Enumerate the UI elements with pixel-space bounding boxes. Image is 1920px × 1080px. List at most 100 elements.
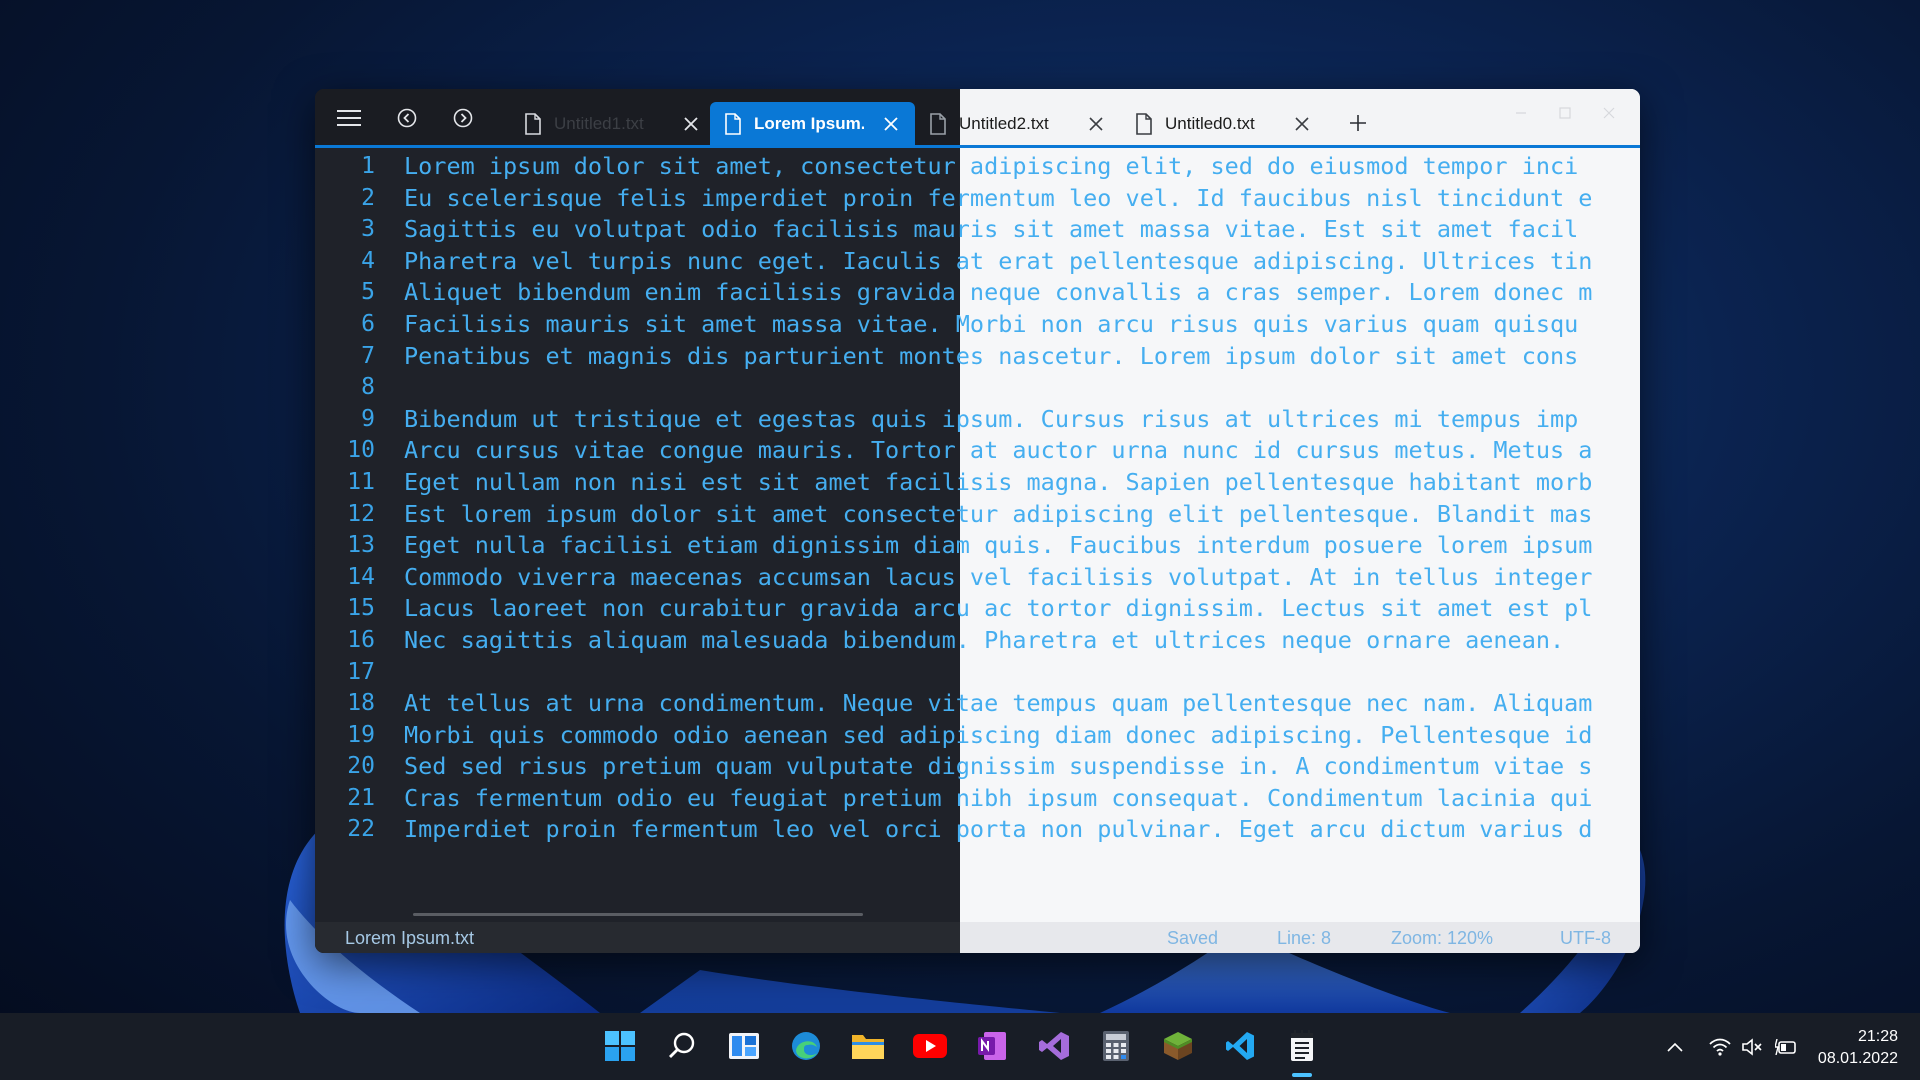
text-line: Facilisis mauris sit amet massa vitae. M… (404, 309, 1579, 338)
minecraft-button[interactable] (1159, 1027, 1197, 1065)
file-explorer-icon (852, 1035, 884, 1059)
text-line: Aliquet bibendum enim facilisis gravida … (404, 278, 1593, 307)
close-icon (884, 117, 898, 131)
battery-icon (1775, 1039, 1796, 1055)
battery-button[interactable] (1774, 1035, 1798, 1059)
calculator-button[interactable] (1097, 1027, 1135, 1065)
text-line (404, 657, 1633, 689)
file-icon (725, 112, 741, 135)
status-saved: Saved (1167, 928, 1219, 948)
network-button[interactable] (1708, 1035, 1732, 1059)
volume-button[interactable] (1741, 1035, 1765, 1059)
text-line: Bibendum ut tristique et egestas quis ip… (404, 404, 1579, 433)
tab-untitled0[interactable]: Untitled0.txt (1121, 102, 1326, 145)
text-line: Eget nulla facilisi etiam dignissim diam… (404, 531, 1593, 560)
show-hidden-icons-button[interactable] (1663, 1035, 1687, 1059)
visual-studio-button[interactable] (1035, 1027, 1073, 1065)
hamburger-icon (337, 110, 361, 126)
close-tab-button[interactable] (1086, 114, 1106, 134)
line-number: 21 (347, 784, 375, 811)
circle-left-icon (397, 108, 417, 128)
tab-label: Untitled0.txt (1165, 113, 1255, 133)
vscode-button[interactable] (1221, 1027, 1259, 1065)
tab-untitled1[interactable]: Untitled1.txt (510, 102, 715, 145)
notepad-button[interactable] (1283, 1027, 1321, 1077)
title-bar: Untitled1.txt Lorem Ipsum. Untitled2.txt… (315, 89, 1640, 148)
line-number: 18 (347, 690, 375, 717)
text-line: Eu scelerisque felis imperdiet proin fer… (404, 183, 1593, 212)
close-tab-button[interactable] (881, 114, 901, 134)
chevron-up-icon (1667, 1042, 1683, 1052)
text-line: Arcu cursus vitae congue mauris. Tortor … (404, 436, 1593, 465)
close-tab-button[interactable] (681, 114, 701, 134)
close-tab-button[interactable] (1292, 114, 1312, 134)
new-tab-button[interactable] (1341, 106, 1375, 140)
text-line: Commodo viverra maecenas accumsan lacus … (404, 562, 1593, 591)
tab-accent-line (315, 145, 1640, 148)
widgets-button[interactable] (725, 1027, 763, 1065)
clock-date: 08.01.2022 (1817, 1050, 1898, 1067)
text-line: Nec sagittis aliquam malesuada bibendum.… (404, 625, 1565, 654)
maximize-icon (1559, 107, 1571, 119)
text-line (404, 372, 1633, 404)
line-number: 13 (347, 532, 375, 559)
back-button[interactable] (390, 101, 424, 135)
text-line: Imperdiet proin fermentum leo vel orci p… (404, 815, 1593, 844)
youtube-icon (913, 1034, 947, 1058)
vscode-icon (1226, 1032, 1254, 1060)
text-line: Eget nullam non nisi est sit amet facili… (404, 467, 1593, 496)
clock[interactable]: 21:28 08.01.2022 (1818, 1026, 1898, 1070)
start-button[interactable] (601, 1027, 639, 1065)
line-number: 5 (361, 279, 375, 306)
plus-icon (1350, 115, 1366, 131)
tab-lorem-ipsum[interactable]: Lorem Ipsum. (710, 102, 915, 145)
line-number: 17 (347, 658, 375, 685)
status-encoding[interactable]: UTF-8 (1560, 928, 1611, 949)
text-editor[interactable]: Lorem ipsum dolor sit amet, consectetur … (404, 151, 1633, 846)
active-app-indicator (1292, 1073, 1312, 1077)
line-number: 2 (361, 184, 375, 211)
line-number: 16 (347, 626, 375, 653)
line-number: 15 (347, 595, 375, 622)
maximize-button[interactable] (1543, 99, 1587, 127)
calculator-icon (1103, 1031, 1129, 1061)
line-number: 20 (347, 753, 375, 780)
status-line: Line: 8 (1277, 928, 1332, 948)
line-number: 9 (361, 405, 375, 432)
edge-button[interactable] (787, 1027, 825, 1065)
youtube-button[interactable] (911, 1027, 949, 1065)
wifi-icon (1709, 1038, 1731, 1056)
onenote-button[interactable] (973, 1027, 1011, 1065)
forward-button[interactable] (446, 101, 480, 135)
status-filename: Lorem Ipsum.txt (345, 928, 475, 948)
notepad-icon (1291, 1030, 1313, 1061)
line-number: 22 (347, 816, 375, 843)
horizontal-scrollbar[interactable] (413, 913, 863, 916)
close-icon (684, 117, 698, 131)
edge-icon (792, 1032, 820, 1060)
line-number: 14 (347, 563, 375, 590)
line-number: 8 (361, 374, 375, 401)
file-icon (930, 112, 946, 135)
circle-right-icon (453, 108, 473, 128)
menu-button[interactable] (332, 101, 366, 135)
tab-label: Lorem Ipsum. (754, 113, 864, 133)
search-button[interactable] (663, 1027, 701, 1065)
text-line: Morbi quis commodo odio aenean sed adipi… (404, 720, 1593, 749)
file-explorer-button[interactable] (849, 1027, 887, 1065)
file-icon (1136, 112, 1152, 135)
status-zoom[interactable]: Zoom: 120% (1391, 928, 1493, 949)
tab-untitled2[interactable]: Untitled2.txt (915, 102, 1120, 145)
tab-label: Untitled1.txt (554, 113, 644, 133)
close-icon (1089, 117, 1103, 131)
close-window-button[interactable] (1587, 99, 1631, 127)
line-number: 7 (361, 342, 375, 369)
line-number: 4 (361, 247, 375, 274)
clock-time: 21:28 (1857, 1028, 1898, 1045)
search-icon (669, 1032, 695, 1058)
text-line: Sed sed risus pretium quam vulputate dig… (404, 752, 1593, 781)
minimize-icon (1516, 112, 1526, 114)
text-line: Sagittis eu volutpat odio facilisis maur… (404, 215, 1579, 244)
minimize-button[interactable] (1499, 99, 1543, 127)
visual-studio-icon (1039, 1032, 1069, 1060)
